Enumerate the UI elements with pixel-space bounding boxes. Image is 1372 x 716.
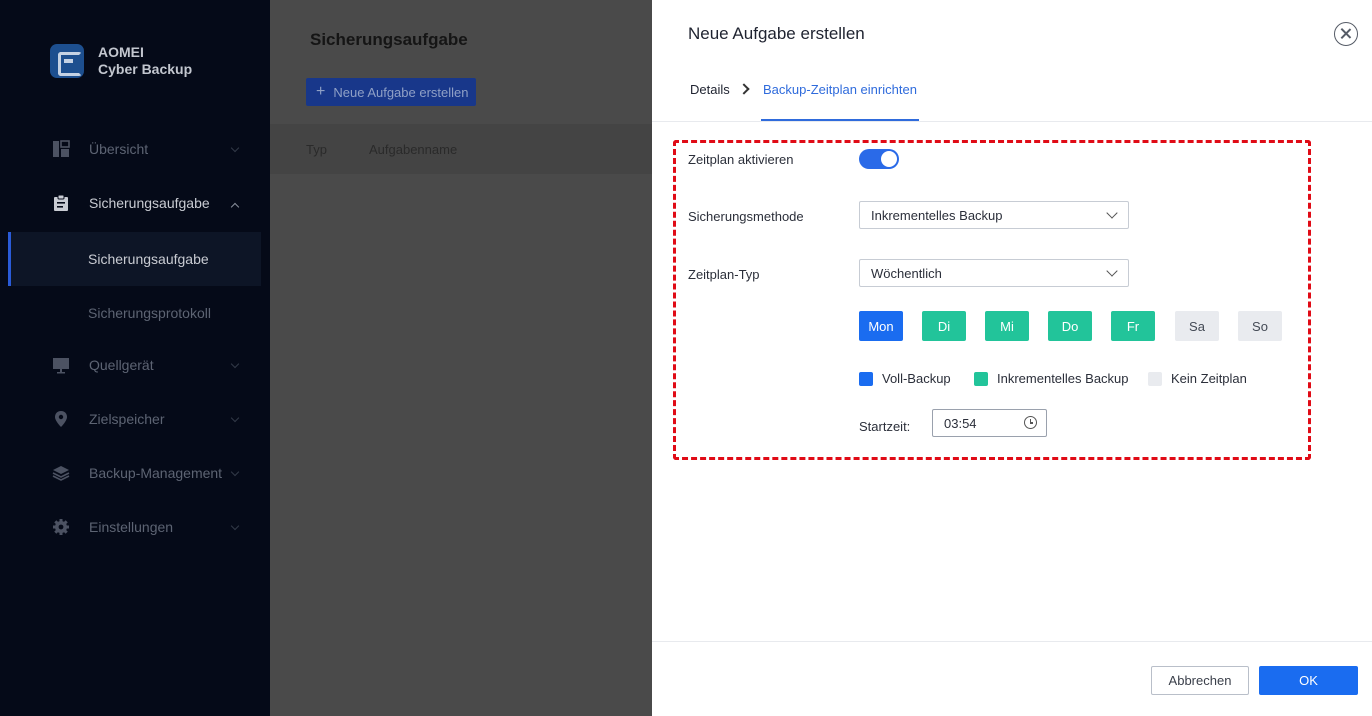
chevron-down-icon [230, 467, 240, 477]
gear-icon [53, 519, 69, 535]
new-task-button[interactable]: + Neue Aufgabe erstellen [306, 78, 476, 106]
chevron-down-icon [230, 359, 240, 369]
column-header-typ: Typ [306, 141, 327, 157]
layers-icon [52, 466, 70, 481]
sidebar: AOMEI Cyber Backup Übersicht Sicherungsa… [0, 0, 270, 716]
dialog-footer: Abbrechen OK [652, 641, 1372, 716]
chevron-right-icon [738, 83, 750, 95]
aomei-logo-icon [50, 44, 84, 78]
schedule-toggle[interactable] [859, 149, 899, 169]
legend-swatch [974, 371, 988, 386]
start-time-value: 03:54 [944, 415, 977, 431]
sidebar-item-einstellungen[interactable]: Einstellungen [0, 507, 270, 547]
method-select-value: Inkrementelles Backup [871, 207, 1003, 223]
dialog-title: Neue Aufgabe erstellen [688, 24, 865, 43]
legend-swatch [1148, 371, 1162, 386]
brand-product: Cyber Backup [98, 61, 193, 77]
schedule-type-value: Wöchentlich [871, 265, 942, 281]
sidebar-item-label: Übersicht [89, 141, 149, 157]
legend-swatch [859, 371, 873, 386]
method-select[interactable]: Inkrementelles Backup [859, 201, 1129, 229]
sidebar-item-backup-management[interactable]: Backup-Management [0, 453, 270, 493]
day-button-mon[interactable]: Mon [859, 311, 903, 341]
active-step-indicator [761, 119, 919, 121]
sidebar-subitem-sicherungsprotokoll[interactable]: Sicherungsprotokoll [8, 286, 261, 340]
clipboard-icon [54, 194, 68, 211]
sidebar-item-sicherungsaufgabe[interactable]: Sicherungsaufgabe [0, 183, 270, 223]
chevron-down-icon [1106, 207, 1118, 219]
chevron-up-icon [230, 202, 240, 212]
legend-label: Kein Zeitplan [1171, 371, 1247, 386]
day-button-sa[interactable]: Sa [1175, 311, 1219, 341]
sidebar-item-zielspeicher[interactable]: Zielspeicher [0, 399, 270, 439]
schedule-type-label: Zeitplan-Typ [688, 267, 760, 282]
sidebar-item-label: Zielspeicher [89, 411, 165, 427]
page-title: Sicherungsaufgabe [310, 30, 468, 49]
sidebar-subitem-label: Sicherungsaufgabe [88, 251, 209, 267]
legend-label: Voll-Backup [882, 371, 951, 386]
sidebar-item-quellgeraet[interactable]: Quellgerät [0, 345, 270, 385]
column-header-aufgabenname: Aufgabenname [369, 141, 458, 157]
schedule-enable-label: Zeitplan aktivieren [688, 152, 794, 167]
toggle-knob [881, 151, 897, 167]
legend-incremental-backup: Inkrementelles Backup [974, 371, 1129, 386]
start-time-input[interactable]: 03:54 [932, 409, 1047, 437]
brand-logo: AOMEI Cyber Backup [50, 44, 192, 78]
method-label: Sicherungsmethode [688, 209, 804, 224]
brand-name: AOMEI [98, 44, 144, 60]
sidebar-item-label: Backup-Management [89, 465, 223, 481]
ok-button[interactable]: OK [1259, 666, 1358, 695]
monitor-icon [53, 358, 69, 374]
chevron-down-icon [230, 143, 240, 153]
table-header: Typ Aufgabenname [270, 124, 652, 174]
step-schedule[interactable]: Backup-Zeitplan einrichten [763, 82, 917, 97]
main-content: Sicherungsaufgabe + Neue Aufgabe erstell… [270, 0, 652, 716]
start-time-label: Startzeit: [859, 419, 911, 434]
day-button-di[interactable]: Di [922, 311, 966, 341]
cancel-button[interactable]: Abbrechen [1151, 666, 1249, 695]
clock-icon [1024, 416, 1037, 429]
plus-icon: + [316, 83, 326, 100]
legend-no-schedule: Kein Zeitplan [1148, 371, 1247, 386]
location-pin-icon [55, 411, 67, 427]
chevron-down-icon [1106, 265, 1118, 277]
legend-label: Inkrementelles Backup [997, 371, 1129, 386]
day-button-mi[interactable]: Mi [985, 311, 1029, 341]
chevron-down-icon [230, 413, 240, 423]
sidebar-item-label: Quellgerät [89, 357, 154, 373]
day-button-fr[interactable]: Fr [1111, 311, 1155, 341]
day-button-do[interactable]: Do [1048, 311, 1092, 341]
sidebar-item-label: Einstellungen [89, 519, 174, 535]
step-details[interactable]: Details [690, 82, 730, 97]
dashboard-icon [53, 140, 70, 157]
sidebar-subitem-label: Sicherungsprotokoll [88, 305, 211, 321]
schedule-type-select[interactable]: Wöchentlich [859, 259, 1129, 287]
chevron-down-icon [230, 521, 240, 531]
close-icon[interactable] [1334, 22, 1358, 46]
sidebar-item-uebersicht[interactable]: Übersicht [0, 129, 270, 169]
new-task-button-label: Neue Aufgabe erstellen [333, 84, 469, 100]
legend-full-backup: Voll-Backup [859, 371, 951, 386]
sidebar-subitem-sicherungsaufgabe[interactable]: Sicherungsaufgabe [8, 232, 261, 286]
day-button-so[interactable]: So [1238, 311, 1282, 341]
create-task-dialog: Neue Aufgabe erstellen Details Backup-Ze… [652, 0, 1372, 716]
sidebar-item-label: Sicherungsaufgabe [89, 195, 210, 211]
step-navigation: Details Backup-Zeitplan einrichten [652, 60, 1372, 122]
